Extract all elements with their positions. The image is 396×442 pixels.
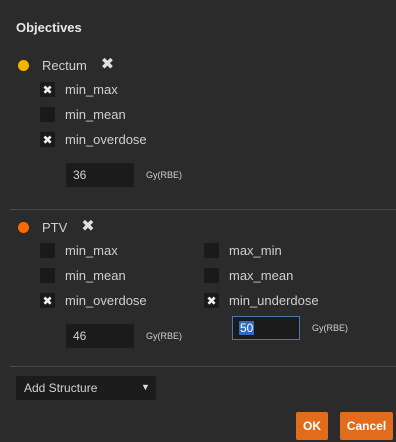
objective-checkbox-ptv-max-min[interactable] (204, 243, 219, 258)
objective-row: ✖ min_overdose (40, 293, 147, 308)
objective-row: min_mean (40, 268, 126, 283)
objective-checkbox-ptv-min-overdose[interactable]: ✖ (40, 293, 55, 308)
objective-checkbox-ptv-max-mean[interactable] (204, 268, 219, 283)
objective-label: min_max (65, 243, 118, 258)
objective-row: max_mean (204, 268, 293, 283)
objective-row: min_mean (40, 107, 126, 122)
dose-unit: Gy(RBE) (146, 170, 182, 180)
structure-header-ptv: PTV ✖ (18, 219, 95, 235)
ptv-color-dot (18, 221, 29, 233)
ptv-overdose-dose-input[interactable]: 46 (66, 324, 134, 348)
dose-value: 46 (73, 329, 87, 343)
objective-checkbox-rectum-min-overdose[interactable]: ✖ (40, 132, 55, 147)
objective-label: max_min (229, 243, 282, 258)
objective-row: max_min (204, 243, 282, 258)
remove-rectum-icon[interactable]: ✖ (101, 57, 114, 73)
objective-label: min_underdose (229, 293, 319, 308)
dose-unit: Gy(RBE) (146, 331, 182, 341)
objective-row: min_max (40, 243, 118, 258)
ptv-underdose-dose-input[interactable]: 50 (232, 316, 300, 340)
objective-checkbox-ptv-min-max[interactable] (40, 243, 55, 258)
cancel-button[interactable]: Cancel (340, 412, 393, 440)
divider (10, 209, 396, 210)
panel-title: Objectives (16, 20, 82, 35)
objective-checkbox-ptv-min-underdose[interactable]: ✖ (204, 293, 219, 308)
divider (10, 366, 396, 367)
objective-row: ✖ min_max (40, 82, 118, 97)
structure-header-rectum: Rectum ✖ (18, 57, 114, 73)
ok-button[interactable]: OK (296, 412, 328, 440)
dose-value-selected: 50 (239, 321, 255, 335)
dose-value: 36 (73, 168, 87, 182)
rectum-color-dot (18, 59, 29, 71)
objective-row: ✖ min_underdose (204, 293, 319, 308)
remove-ptv-icon[interactable]: ✖ (81, 219, 94, 235)
objective-label: min_mean (65, 107, 126, 122)
objectives-panel: Objectives Rectum ✖ ✖ min_max min_mean ✖… (0, 0, 396, 442)
structure-name-rectum: Rectum (42, 57, 87, 73)
structure-name-ptv: PTV (42, 219, 68, 235)
add-structure-label: Add Structure (24, 381, 98, 395)
objective-checkbox-rectum-min-max[interactable]: ✖ (40, 82, 55, 97)
dose-unit: Gy(RBE) (312, 323, 348, 333)
objective-checkbox-ptv-min-mean[interactable] (40, 268, 55, 283)
objective-label: min_overdose (65, 293, 147, 308)
objective-label: min_max (65, 82, 118, 97)
objective-checkbox-rectum-min-mean[interactable] (40, 107, 55, 122)
chevron-down-icon: ▼ (141, 382, 150, 392)
objective-row: ✖ min_overdose (40, 132, 147, 147)
add-structure-select[interactable]: Add Structure ▼ (16, 376, 156, 400)
objective-label: min_overdose (65, 132, 147, 147)
objective-label: max_mean (229, 268, 294, 283)
objective-label: min_mean (65, 268, 126, 283)
rectum-overdose-dose-input[interactable]: 36 (66, 163, 134, 187)
